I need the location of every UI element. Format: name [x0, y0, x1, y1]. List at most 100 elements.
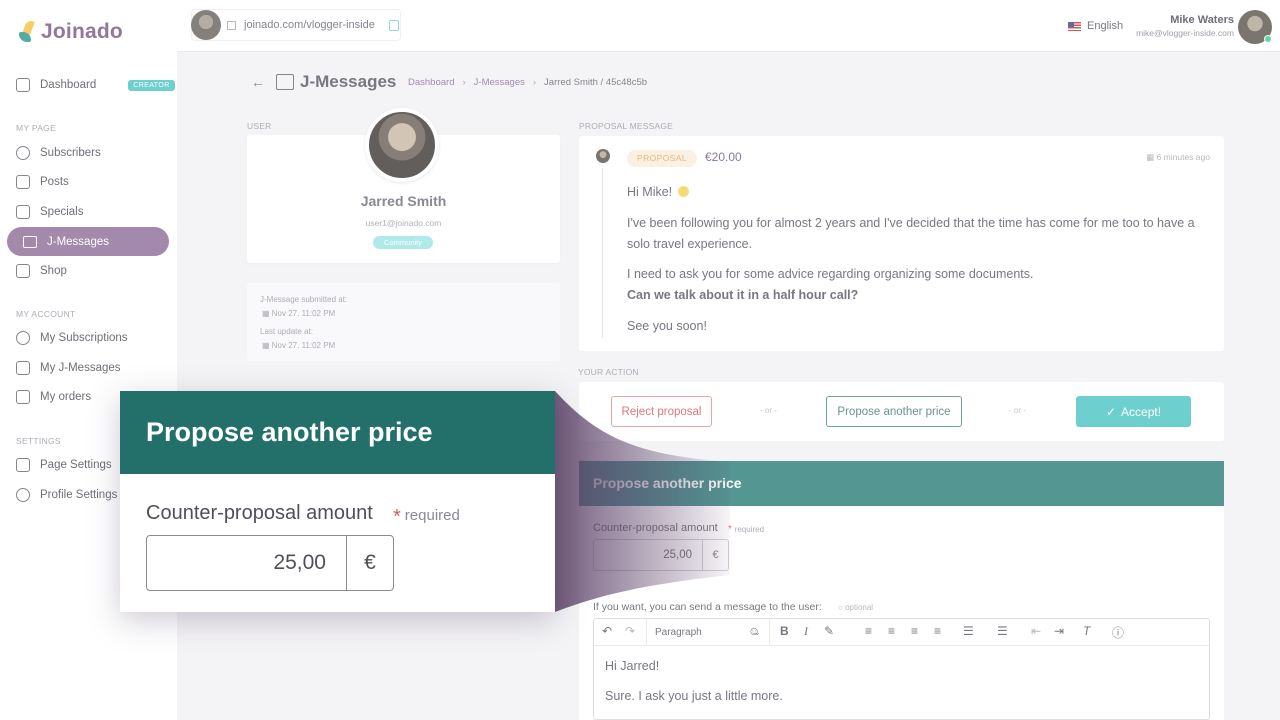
sidebar-item-label: Page Settings [40, 459, 112, 471]
user-menu[interactable]: Mike Waters mike@vlogger-inside.com [1136, 14, 1234, 38]
currency-addon: € [702, 540, 728, 570]
updated-date: ▦ Nov 27, 11:02 PM [262, 341, 335, 350]
breadcrumb-jmessages[interactable]: J-Messages [474, 77, 525, 88]
sender-avatar [596, 149, 610, 163]
asterisk-icon: * [728, 524, 735, 535]
breadcrumb-separator-icon: › [462, 77, 466, 88]
reject-proposal-button[interactable]: Reject proposal [611, 396, 712, 427]
logo-mark-icon [18, 20, 36, 44]
external-link-icon[interactable] [227, 20, 236, 30]
clear-format-icon[interactable]: T [1083, 624, 1090, 638]
outdent-icon[interactable]: ⇤ [1031, 624, 1041, 638]
propose-another-price-button[interactable]: Propose another price [826, 396, 962, 427]
or-separator: - or - [760, 406, 777, 415]
bag-icon [16, 390, 30, 404]
special-doc-icon [16, 205, 30, 219]
sidebar-item-label: Profile Settings [40, 489, 118, 501]
page-url[interactable]: joinado.com/vlogger-inside [244, 19, 375, 31]
align-left-icon[interactable]: ≡ [865, 624, 872, 638]
page-title: J-Messages [300, 72, 397, 91]
sidebar-item-label: My J-Messages [40, 362, 121, 374]
italic-icon[interactable]: I [804, 624, 808, 639]
sidebar-item-dashboard[interactable]: Dashboard CREATOR [16, 74, 175, 96]
proposal-time: ▦ 6 minutes ago [1146, 152, 1210, 163]
emoji-icon[interactable]: ☺ [748, 624, 760, 638]
numbered-list-icon[interactable]: ☰ [997, 624, 1008, 638]
logo-text: Joinado [41, 20, 123, 43]
sidebar-item-subscribers[interactable]: Subscribers [16, 142, 101, 164]
sidebar-item-my-subscriptions[interactable]: My Subscriptions [16, 327, 128, 349]
sidebar-item-posts[interactable]: Posts [16, 171, 69, 193]
proposal-price: €20.00 [705, 150, 742, 164]
sidebar-item-specials[interactable]: Specials [16, 201, 83, 223]
amount-value[interactable]: 25,00 [594, 540, 702, 570]
sliders-icon [16, 458, 30, 472]
sidebar-item-label: Shop [40, 265, 67, 277]
info-icon: ○ [838, 603, 846, 612]
user-name: Mike Waters [1170, 14, 1234, 26]
updated-label: Last update at: [260, 327, 313, 336]
sidebar-item-shop[interactable]: Shop [16, 260, 67, 282]
breadcrumb-separator-icon: › [532, 77, 537, 88]
breadcrumb-current: Jarred Smith / 45c48c5b [544, 77, 648, 88]
bold-icon[interactable]: B [780, 624, 789, 638]
editor-line-2[interactable]: Sure. I ask you just a little more. [605, 689, 783, 703]
proposal-time-value: 6 minutes ago [1156, 152, 1210, 162]
logo[interactable]: Joinado [18, 20, 123, 44]
indent-icon[interactable]: ⇥ [1054, 624, 1064, 638]
accept-button[interactable]: ✓ Accept! [1076, 396, 1191, 427]
sidebar-item-my-orders[interactable]: My orders [16, 386, 91, 408]
undo-icon[interactable]: ↶ [602, 624, 612, 638]
sidebar-item-label: J-Messages [47, 235, 109, 248]
zoom-amount-value[interactable]: 25,00 [147, 536, 346, 590]
zoom-required-text: required [404, 507, 460, 524]
align-right-icon[interactable]: ≡ [911, 624, 918, 638]
messages-icon [23, 235, 37, 248]
bullet-list-icon[interactable]: ☰ [963, 624, 974, 638]
copy-icon[interactable] [388, 19, 399, 31]
help-icon[interactable]: ⓘ [1112, 624, 1124, 641]
sidebar-item-label: My Subscriptions [40, 332, 128, 344]
zoom-amount-input[interactable]: 25,00 € [146, 535, 394, 591]
redo-icon[interactable]: ↷ [625, 624, 635, 638]
users-icon [16, 146, 30, 160]
section-label-my-page: MY PAGE [16, 123, 57, 133]
message-editor[interactable]: ↶ ↷ Paragraph ⌄ ☺ B I ✎ ≡ ≡ ≡ ≡ ☰ ☰ ⇤ ⇥ … [593, 618, 1210, 720]
editor-line-1[interactable]: Hi Jarred! [605, 659, 659, 673]
sidebar-item-label: Subscribers [40, 147, 101, 159]
check-icon: ✓ [1105, 404, 1117, 419]
zoom-callout: Propose another price Counter-proposal a… [120, 391, 555, 612]
updated-date-value: Nov 27, 11:02 PM [271, 341, 336, 350]
users-icon [16, 331, 30, 345]
optional-text: optional [845, 603, 874, 612]
sidebar-item-page-settings[interactable]: Page Settings [16, 454, 112, 476]
sidebar-item-label: Dashboard [40, 79, 97, 91]
highlight-icon[interactable]: ✎ [824, 624, 834, 638]
page-url-box[interactable]: joinado.com/vlogger-inside [191, 9, 401, 41]
sidebar-item-profile-settings[interactable]: Profile Settings [16, 484, 117, 506]
sidebar: Joinado Dashboard CREATOR MY PAGE Subscr… [0, 0, 177, 720]
messages-icon [16, 361, 30, 375]
message-question: Can we talk about it in a half hour call… [627, 288, 859, 302]
calendar-icon: ▦ [262, 309, 272, 318]
submitted-date-value: Nov 27, 11:02 PM [271, 309, 336, 318]
breadcrumb-dashboard[interactable]: Dashboard [408, 77, 454, 88]
section-label-my-account: MY ACCOUNT [16, 309, 76, 319]
language-selector[interactable]: English [1068, 20, 1123, 32]
amount-label: Counter-proposal amount [593, 522, 718, 534]
align-center-icon[interactable]: ≡ [888, 624, 895, 638]
counter-amount-input[interactable]: 25,00 € [593, 539, 729, 571]
message-paragraph-1: I've been following you for almost 2 yea… [627, 216, 1195, 251]
optional-indicator: ○ optional [838, 603, 873, 612]
back-arrow-icon[interactable]: ← [251, 74, 265, 90]
topbar: joinado.com/vlogger-inside English Mike … [177, 0, 1280, 52]
shop-icon [16, 264, 30, 278]
document-icon [16, 175, 30, 189]
asterisk-icon: * [393, 506, 401, 528]
user-section-label: USER [247, 121, 272, 131]
editor-toolbar: ↶ ↷ Paragraph ⌄ ☺ B I ✎ ≡ ≡ ≡ ≡ ☰ ☰ ⇤ ⇥ … [594, 619, 1209, 646]
required-text: required [734, 525, 765, 534]
sidebar-item-my-jmessages[interactable]: My J-Messages [16, 357, 121, 379]
sidebar-item-jmessages[interactable]: J-Messages [7, 227, 169, 256]
justify-icon[interactable]: ≡ [934, 624, 941, 638]
